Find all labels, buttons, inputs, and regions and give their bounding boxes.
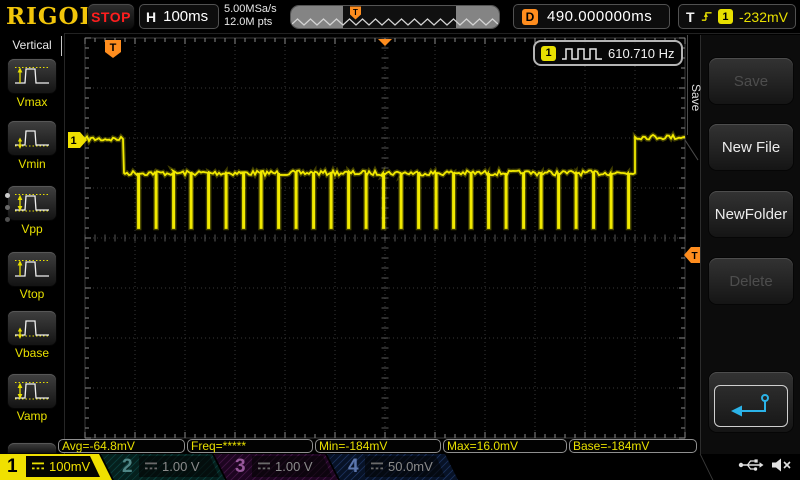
svg-text:T: T xyxy=(110,42,117,54)
ch1-waveform-core xyxy=(85,135,685,228)
measurement-avg: Avg=-64.8mV xyxy=(58,439,185,453)
menu-button-save[interactable]: Save xyxy=(709,58,793,104)
dc-coupling-icon xyxy=(145,462,157,471)
frequency-counter: 1 610.710 Hz xyxy=(533,40,683,66)
vmin-icon xyxy=(13,125,51,151)
svg-text:T: T xyxy=(353,8,358,17)
channel-3-volts: 1.00 V xyxy=(275,459,313,474)
channel-1-scale: 100mV xyxy=(26,456,100,477)
page-dot-2 xyxy=(5,205,10,210)
ch1-level-marker: 1 xyxy=(68,132,87,148)
speaker-muted-icon xyxy=(771,457,792,473)
usb-icon xyxy=(738,457,764,473)
sidebar-title: Vertical xyxy=(0,38,64,52)
trigger-level-value: -232mV xyxy=(739,9,788,25)
sidebar-item-partial[interactable] xyxy=(8,443,56,453)
menu-button-delete[interactable]: Delete xyxy=(709,258,793,304)
header-bar: RIGOL STOP H 100ms 5.00MSa/s 12.0M pts T… xyxy=(0,0,800,34)
dc-coupling-icon xyxy=(371,462,383,471)
dc-coupling-icon xyxy=(258,462,270,471)
trigger-label: T xyxy=(686,9,695,25)
sidebar-item-vmin-label: Vmin xyxy=(0,157,64,171)
memory-depth: 12.0M pts xyxy=(224,16,277,29)
channel-1-tab[interactable]: 1 100mV xyxy=(0,454,113,480)
delay-readout: D 490.000000ms xyxy=(513,4,670,29)
sidebar-item-vmax-label: Vmax xyxy=(0,95,64,109)
channel-2-tab[interactable]: 2 1.00 V xyxy=(101,454,225,480)
svg-text:1: 1 xyxy=(70,135,76,147)
back-button-inner xyxy=(714,385,788,427)
measurement-max: Max=16.0mV xyxy=(443,439,567,453)
return-arrow-icon xyxy=(727,391,775,421)
menu-button-new-file[interactable]: New File xyxy=(709,124,793,170)
measurement-min: Min=-184mV xyxy=(315,439,441,453)
page-dot-1 xyxy=(5,193,10,198)
sidebar-item-vamp[interactable] xyxy=(8,374,56,408)
svg-text:T: T xyxy=(691,251,697,262)
freq-channel-badge: 1 xyxy=(541,46,556,61)
delay-badge: D xyxy=(522,9,538,25)
edge-trigger-slope-icon xyxy=(701,9,712,24)
measure-sidebar: Vertical Vmax Vmin Vpp xyxy=(0,33,65,454)
sidebar-item-vbase[interactable] xyxy=(8,311,56,345)
freq-value: 610.710 Hz xyxy=(608,46,675,61)
horizontal-center-marker xyxy=(378,39,392,46)
timebase-label: H xyxy=(146,9,156,25)
channel-4-number: 4 xyxy=(348,454,359,480)
menu-tab-title: Save xyxy=(688,60,703,136)
channel-4-volts: 50.0mV xyxy=(388,459,433,474)
rigol-logo: RIGOL xyxy=(6,3,97,30)
sidebar-item-vtop-label: Vtop xyxy=(0,287,64,301)
trigger-position-marker: T xyxy=(105,40,121,58)
channel-2-volts: 1.00 V xyxy=(162,459,200,474)
sidebar-item-vbase-label: Vbase xyxy=(0,346,64,360)
channel-3-tab[interactable]: 3 1.00 V xyxy=(214,454,338,480)
channel-4-scale: 50.0mV xyxy=(365,456,445,477)
trigger-source-badge: 1 xyxy=(718,9,733,24)
sidebar-item-vtop[interactable] xyxy=(8,252,56,286)
sidebar-item-vmin[interactable] xyxy=(8,121,56,155)
channel-3-number: 3 xyxy=(235,454,246,480)
channel-1-number: 1 xyxy=(7,454,18,480)
menu-button-back[interactable] xyxy=(709,372,793,432)
sidebar-item-vpp[interactable] xyxy=(8,186,56,220)
timebase-readout: H 100ms xyxy=(139,4,219,29)
page-dot-3 xyxy=(5,217,10,222)
preview-trigger-marker: T xyxy=(350,7,361,20)
channel-2-number: 2 xyxy=(122,454,133,480)
square-wave-icon xyxy=(561,47,603,60)
acquisition-readout: 5.00MSa/s 12.0M pts xyxy=(224,3,277,29)
sidebar-item-vamp-label: Vamp xyxy=(0,409,64,423)
vamp-icon xyxy=(13,378,51,404)
sidebar-tab-indicator xyxy=(61,36,62,56)
vpp-icon xyxy=(13,190,51,216)
measurement-base: Base=-184mV xyxy=(569,439,697,453)
scope-display: T 1 T xyxy=(0,0,800,480)
menu-button-new-folder[interactable]: NewFolder xyxy=(709,191,793,237)
channel-status-bar: 1 100mV 2 1.00 V 3 1.00 V xyxy=(0,454,800,480)
vmax-icon xyxy=(13,63,51,89)
soft-menu: Save Save New File NewFolder Delete xyxy=(700,35,800,454)
channel-1-volts: 100mV xyxy=(49,459,90,474)
vbase-icon xyxy=(13,315,51,341)
vtop-icon xyxy=(13,256,51,282)
status-icons xyxy=(738,457,792,473)
measurement-freq: Freq=***** xyxy=(187,439,313,453)
timebase-value: 100ms xyxy=(163,8,208,25)
bar-separator xyxy=(700,454,714,480)
dc-coupling-icon xyxy=(32,462,44,471)
waveform-preview-strip: T xyxy=(290,5,500,29)
channel-2-scale: 1.00 V xyxy=(139,456,219,477)
preview-wave-icon: T xyxy=(291,6,499,28)
channel-4-tab[interactable]: 4 50.0mV xyxy=(327,454,458,480)
sidebar-item-vmax[interactable] xyxy=(8,59,56,93)
trigger-level-marker: T xyxy=(684,247,700,263)
sidebar-item-vpp-label: Vpp xyxy=(0,222,64,236)
channel-3-scale: 1.00 V xyxy=(252,456,332,477)
run-state-badge: STOP xyxy=(88,4,134,29)
sample-rate: 5.00MSa/s xyxy=(224,3,277,16)
delay-value: 490.000000ms xyxy=(547,8,652,25)
trigger-readout: T 1 -232mV xyxy=(678,4,796,29)
